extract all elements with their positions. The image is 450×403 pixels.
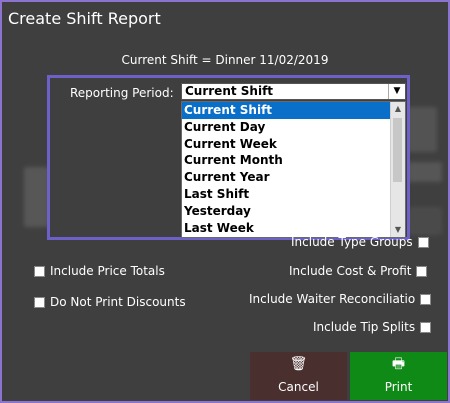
list-scrollbar[interactable]: ▲ ▼ bbox=[390, 102, 405, 237]
list-item[interactable]: Current Year bbox=[182, 169, 405, 186]
dialog-title: Create Shift Report bbox=[8, 9, 161, 28]
include-tip-splits-option[interactable]: Include Tip Splits bbox=[313, 320, 432, 334]
list-item[interactable]: Current Shift bbox=[182, 102, 405, 119]
list-item[interactable]: Last Week bbox=[182, 220, 405, 237]
list-item[interactable]: Current Month bbox=[182, 152, 405, 169]
option-label: Include Price Totals bbox=[50, 264, 165, 278]
reporting-period-selected: Current Shift bbox=[185, 84, 274, 98]
print-label: Print bbox=[384, 380, 413, 394]
scroll-thumb[interactable] bbox=[393, 118, 402, 182]
do-not-print-discounts-option[interactable]: Do Not Print Discounts bbox=[34, 295, 186, 309]
printer-icon: 🖶 bbox=[391, 356, 406, 372]
option-label: Include Type Groups bbox=[291, 235, 413, 249]
list-item[interactable]: Current Week bbox=[182, 136, 405, 153]
include-waiter-reconciliation-option[interactable]: Include Waiter Reconciliatio bbox=[249, 292, 432, 306]
include-price-totals-option[interactable]: Include Price Totals bbox=[34, 264, 165, 278]
include-waiter-reconciliation-checkbox[interactable] bbox=[420, 293, 432, 305]
reporting-period-label: Reporting Period: bbox=[70, 86, 174, 100]
blurred-area bbox=[407, 207, 442, 235]
option-label: Include Cost & Profit bbox=[289, 264, 412, 278]
cancel-button[interactable]: 🗑 Cancel bbox=[250, 352, 347, 400]
scroll-up-icon[interactable]: ▲ bbox=[391, 102, 405, 116]
list-item[interactable]: Yesterday bbox=[182, 203, 405, 220]
current-shift-text: Current Shift = Dinner 11/02/2019 bbox=[121, 53, 329, 67]
option-label: Do Not Print Discounts bbox=[50, 295, 186, 309]
reporting-period-select[interactable]: Current Shift ▼ bbox=[181, 83, 406, 100]
do-not-print-discounts-checkbox[interactable] bbox=[34, 296, 45, 308]
include-cost-profit-checkbox[interactable] bbox=[416, 265, 428, 277]
list-item[interactable]: Last Shift bbox=[182, 186, 405, 203]
include-cost-profit-option[interactable]: Include Cost & Profit bbox=[289, 264, 428, 278]
print-button[interactable]: 🖶 Print bbox=[350, 352, 447, 400]
blurred-area bbox=[24, 167, 49, 227]
blurred-area bbox=[407, 162, 442, 182]
chevron-down-icon[interactable]: ▼ bbox=[388, 84, 405, 99]
blurred-area bbox=[407, 107, 437, 152]
reporting-period-list[interactable]: Current Shift Current Day Current Week C… bbox=[181, 101, 406, 238]
cancel-label: Cancel bbox=[278, 380, 319, 394]
include-tip-splits-checkbox[interactable] bbox=[420, 321, 432, 333]
include-type-groups-option[interactable]: Include Type Groups bbox=[291, 235, 429, 249]
option-label: Include Waiter Reconciliatio bbox=[249, 292, 416, 306]
include-type-groups-checkbox[interactable] bbox=[417, 236, 429, 248]
create-shift-report-dialog: Create Shift Report Current Shift = Dinn… bbox=[0, 0, 450, 403]
include-price-totals-checkbox[interactable] bbox=[34, 265, 45, 277]
option-label: Include Tip Splits bbox=[313, 320, 416, 334]
list-item[interactable]: Current Day bbox=[182, 119, 405, 136]
trash-icon: 🗑 bbox=[289, 356, 308, 372]
